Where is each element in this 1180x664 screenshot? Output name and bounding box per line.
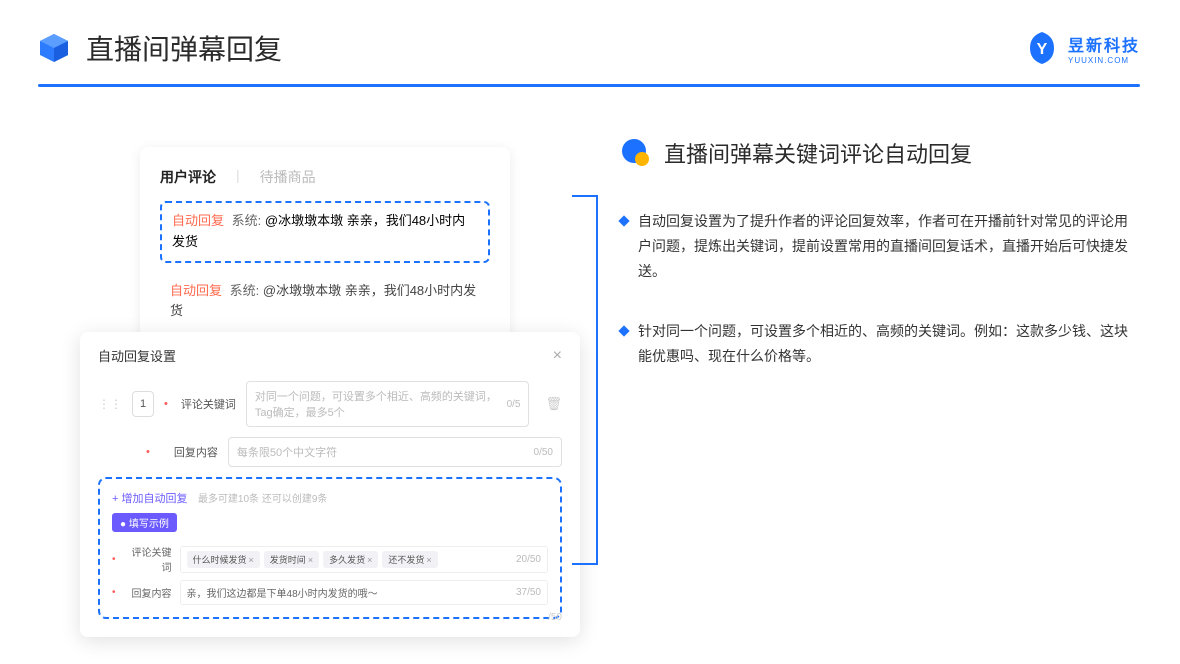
- bullet-item: 针对同一个问题，可设置多个相近的、高频的关键词。例如：这款多少钱、这块能优惠吗、…: [620, 319, 1140, 369]
- keyword-count: 0/5: [507, 399, 521, 410]
- index-input[interactable]: 1: [132, 391, 154, 417]
- bullet-item: 自动回复设置为了提升作者的评论回复效率，作者可在开播前针对常见的评论用户问题，提…: [620, 209, 1140, 285]
- close-icon[interactable]: ×: [553, 347, 562, 365]
- tab-pending-goods[interactable]: 待播商品: [260, 167, 316, 187]
- trash-icon[interactable]: 🗑: [545, 396, 562, 412]
- content-count: 0/50: [534, 447, 553, 458]
- required-dot: •: [112, 587, 116, 598]
- required-dot: •: [146, 446, 150, 458]
- page-title: 直播间弹幕回复: [86, 28, 1024, 68]
- ex-content-text: 亲，我们这边都是下单48小时内发货的哦～: [187, 585, 378, 600]
- add-hint: 最多可建10条 还可以创建9条: [198, 494, 327, 505]
- auto-reply-badge: 自动回复: [172, 213, 224, 228]
- tab-user-comments[interactable]: 用户评论: [160, 167, 216, 187]
- add-auto-reply-link[interactable]: + 增加自动回复: [112, 493, 187, 505]
- diamond-bullet-icon: [618, 215, 629, 226]
- ex-keyword-label: 评论关键词: [124, 544, 172, 574]
- cube-icon: [38, 32, 70, 64]
- system-label: 系统:: [230, 283, 260, 298]
- content-input[interactable]: 每条限50个中文字符 0/50: [228, 437, 562, 467]
- section-title: 直播间弹幕关键词评论自动回复: [664, 137, 972, 169]
- diamond-bullet-icon: [618, 325, 629, 336]
- tag-chip[interactable]: 发货时间×: [264, 551, 319, 568]
- example-block: + 增加自动回复 最多可建10条 还可以创建9条 ● 填写示例 • 评论关键词 …: [98, 477, 562, 619]
- tag-chip[interactable]: 还不发货×: [382, 551, 437, 568]
- system-label: 系统:: [232, 213, 262, 228]
- ex-kw-count: 20/50: [516, 554, 541, 565]
- tab-divider: |: [236, 167, 240, 187]
- brand: Y 昱新科技 YUUXIN.COM: [1024, 30, 1140, 66]
- keyword-placeholder: 对同一个问题，可设置多个相近、高频的关键词，Tag确定，最多5个: [255, 388, 507, 420]
- comment-row-highlighted: 自动回复 系统: @冰墩墩本墩 亲亲，我们48小时内发货: [160, 201, 490, 263]
- ex-content-input[interactable]: 亲，我们这边都是下单48小时内发货的哦～ 37/50: [180, 580, 548, 605]
- settings-card: 自动回复设置 × ⋮⋮ 1 • 评论关键词 对同一个问题，可设置多个相近、高频的…: [80, 332, 580, 637]
- example-badge: ● 填写示例: [112, 513, 177, 532]
- required-dot: •: [164, 398, 168, 410]
- keyword-input[interactable]: 对同一个问题，可设置多个相近、高频的关键词，Tag确定，最多5个 0/5: [246, 381, 530, 427]
- brand-name: 昱新科技: [1068, 32, 1140, 56]
- tag-chip[interactable]: 多久发货×: [323, 551, 378, 568]
- drag-handle-icon[interactable]: ⋮⋮: [98, 397, 122, 411]
- left-column: 用户评论 | 待播商品 自动回复 系统: @冰墩墩本墩 亲亲，我们48小时内发货…: [80, 127, 570, 403]
- keyword-label: 评论关键词: [178, 396, 236, 412]
- ex-content-label: 回复内容: [124, 585, 172, 600]
- tag-chip[interactable]: 什么时候发货×: [187, 551, 260, 568]
- ex-keyword-input[interactable]: 什么时候发货×发货时间×多久发货×还不发货× 20/50: [180, 546, 548, 573]
- required-dot: •: [112, 554, 116, 565]
- chat-bubble-icon: [620, 137, 652, 169]
- comment-row: 自动回复 系统: @冰墩墩本墩 亲亲，我们48小时内发货: [160, 275, 490, 329]
- brand-logo-icon: Y: [1024, 30, 1060, 66]
- content-label: 回复内容: [160, 444, 218, 460]
- content-placeholder: 每条限50个中文字符: [237, 444, 337, 460]
- right-column: 直播间弹幕关键词评论自动回复 自动回复设置为了提升作者的评论回复效率，作者可在开…: [620, 127, 1140, 403]
- settings-title: 自动回复设置: [98, 346, 176, 365]
- tag-container: 什么时候发货×发货时间×多久发货×还不发货×: [187, 551, 442, 568]
- float-count: /50: [548, 612, 562, 623]
- brand-sub: YUUXIN.COM: [1068, 56, 1140, 65]
- bullet-text: 针对同一个问题，可设置多个相近的、高频的关键词。例如：这款多少钱、这块能优惠吗、…: [638, 319, 1130, 369]
- page-header: 直播间弹幕回复 Y 昱新科技 YUUXIN.COM: [0, 0, 1180, 84]
- auto-reply-badge: 自动回复: [170, 283, 222, 298]
- svg-text:Y: Y: [1037, 41, 1048, 58]
- bullet-text: 自动回复设置为了提升作者的评论回复效率，作者可在开播前针对常见的评论用户问题，提…: [638, 209, 1130, 285]
- ex-ct-count: 37/50: [516, 587, 541, 598]
